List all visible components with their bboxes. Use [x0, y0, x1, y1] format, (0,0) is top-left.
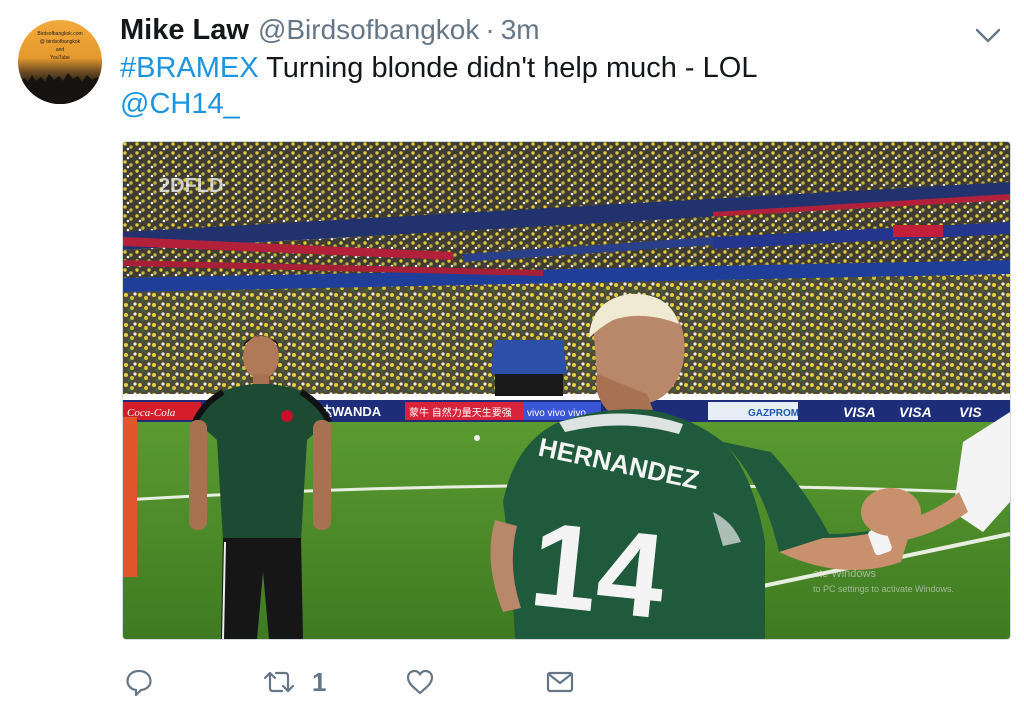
ad-visa-2: VISA — [899, 404, 932, 420]
ad-visa-1: VISA — [843, 404, 876, 420]
avatar-text-line2: @ birdsofbangkok — [39, 39, 81, 45]
ad-visa-3: VIS — [959, 404, 982, 420]
avatar-text-line3: and — [55, 47, 65, 53]
tree-silhouette-image — [18, 73, 102, 104]
reply-icon — [126, 669, 152, 697]
tunnel — [491, 340, 567, 374]
channel-logo: 2DFLD — [159, 175, 223, 197]
avatar[interactable]: Birdsofbangkok.com @ birdsofbangkok and … — [18, 20, 102, 104]
tweet-text-line1: #BRAMEX Turning blonde didn't help much … — [120, 50, 757, 86]
display-name[interactable]: Mike Law — [120, 14, 249, 47]
heart-icon — [406, 669, 434, 695]
like-button[interactable] — [405, 662, 435, 702]
avatar-text-line4: YouTube — [50, 55, 70, 61]
retweet-button[interactable]: 1 — [262, 662, 326, 702]
hashtag-link[interactable]: #BRAMEX — [120, 52, 259, 84]
chevron-down-icon — [975, 28, 1001, 43]
ad-gazprom: GAZPROM — [748, 408, 799, 419]
watermark-line2: to PC settings to activate Windows. — [813, 584, 954, 594]
ball — [474, 435, 480, 441]
envelope-icon — [546, 671, 574, 693]
tweet-media-image[interactable]: Coca-Cola 万达WANDA 蒙牛 自然力量天生要强 vivo vivo … — [122, 141, 1011, 640]
tweet-actions: 1 — [0, 662, 1024, 702]
tweet-header: Mike Law @Birdsofbangkok · 3m — [120, 14, 540, 54]
retweet-count: 1 — [312, 666, 327, 697]
tweet-text-line2: @CH14_ — [120, 86, 757, 122]
ad-mengniu: 蒙牛 自然力量天生要强 — [409, 406, 512, 419]
tweet-text: #BRAMEX Turning blonde didn't help much … — [120, 50, 757, 122]
more-options-button[interactable] — [972, 24, 1004, 48]
jersey-number: 14 — [525, 497, 672, 639]
retweet-icon — [263, 671, 295, 693]
mention-link[interactable]: @CH14_ — [120, 88, 240, 120]
keeper-edge — [123, 417, 137, 577]
separator-dot: · — [485, 14, 495, 45]
user-handle[interactable]: @Birdsofbangkok — [258, 14, 479, 46]
reply-button[interactable] — [124, 662, 154, 702]
football-match-photo: Coca-Cola 万达WANDA 蒙牛 自然力量天生要强 vivo vivo … — [123, 142, 1010, 639]
tweet-card: Birdsofbangkok.com @ birdsofbangkok and … — [0, 0, 1024, 710]
watermark-line1: ate Windows — [813, 568, 876, 580]
direct-message-button[interactable] — [545, 662, 575, 702]
timestamp[interactable]: 3m — [501, 14, 540, 46]
tweet-text-content: Turning blonde didn't help much - LOL — [258, 52, 758, 84]
avatar-text-line1: Birdsofbangkok.com — [37, 31, 83, 37]
